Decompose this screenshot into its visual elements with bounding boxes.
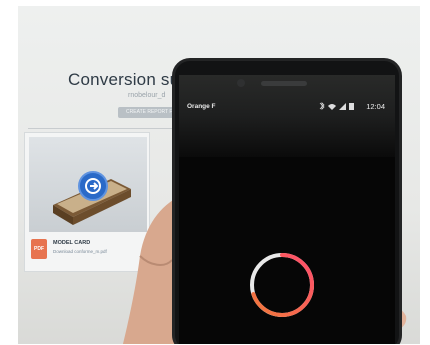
loading-spinner (250, 253, 314, 317)
carrier-label: Orange F (187, 103, 216, 110)
load-button[interactable] (78, 171, 108, 201)
wifi-icon (328, 104, 336, 110)
divider (28, 128, 178, 129)
signal-icon (339, 103, 346, 110)
status-icons (319, 102, 354, 110)
speaker (261, 81, 307, 86)
page-title: Conversion suc (68, 70, 188, 89)
battery-icon (349, 103, 354, 110)
pdf-icon: PDF (31, 239, 47, 259)
phone-screen: Orange F 12:04 (179, 75, 395, 344)
download-link[interactable]: Download conforme_m.pdf (53, 249, 107, 254)
clock: 12:04 (366, 102, 385, 111)
arrow-circle-icon (85, 178, 101, 194)
phone: Orange F 12:04 (172, 58, 402, 344)
screen-reflection (179, 75, 395, 157)
photo: Conversion suc rnobelour_d CREATE REPORT… (18, 6, 420, 344)
page-subtitle: rnobelour_d (128, 92, 166, 99)
camera-icon (237, 79, 245, 87)
bluetooth-icon (319, 102, 325, 110)
card-title: MODEL CARD (53, 240, 91, 246)
